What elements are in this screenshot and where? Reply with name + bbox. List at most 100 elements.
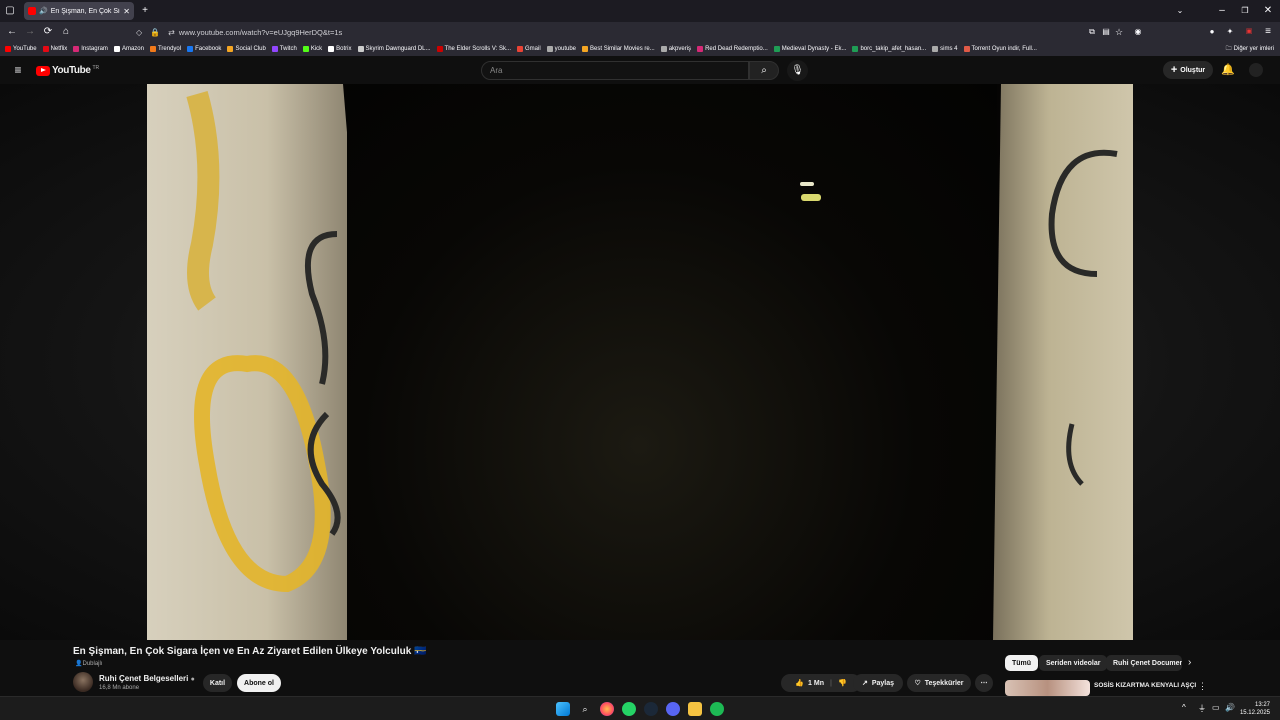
tab-overview-icon[interactable]: ▢ [2, 3, 18, 19]
tab-list-chevron-icon[interactable]: ⌄ [1172, 3, 1188, 19]
bookmark-item[interactable]: Skyrim Dawnguard DL... [357, 46, 431, 52]
bookmark-favicon-icon [149, 46, 156, 52]
bookmark-item[interactable]: Twitch [271, 46, 297, 52]
spotify-icon[interactable] [710, 702, 724, 716]
navigation-bar: ← → ⟳ ⌂ ◇ 🔒 ⇄ www.youtube.com/watch?v=eU… [0, 22, 1280, 42]
lock-icon[interactable]: 🔒 [150, 28, 160, 37]
windows-taskbar: ⌕ ^ ⏚ ▭ 🔊 13:27 15.12.2025 [0, 696, 1280, 720]
whatsapp-icon[interactable] [622, 702, 636, 716]
bookmark-item[interactable]: Medieval Dynasty - Ek... [773, 46, 846, 52]
recommendation-menu-icon[interactable]: ⋮ [1198, 681, 1207, 692]
firefox-icon[interactable] [600, 702, 614, 716]
bookmark-item[interactable]: akpveriş [660, 46, 691, 52]
graffiti-overlay [186, 90, 1118, 593]
chevron-right-icon[interactable]: › [1188, 657, 1191, 668]
search-button[interactable]: ⌕ [749, 61, 779, 80]
channel-name[interactable]: Ruhi Çenet Belgeselleri ● [99, 674, 195, 683]
create-button[interactable]: + Oluştur [1163, 61, 1213, 79]
bookmark-favicon-icon [436, 46, 443, 52]
chip-channel-documentaries[interactable]: Ruhi Çenet Documen [1106, 655, 1182, 671]
browser-tab-active[interactable]: 🔊 En Şişman, En Çok Sigara İçen ve En Az… [24, 2, 134, 20]
reload-icon[interactable]: ⟳ [40, 24, 56, 40]
home-icon[interactable]: ⌂ [58, 24, 74, 40]
restore-button[interactable]: ❐ [1237, 3, 1253, 19]
close-tab-icon[interactable]: ✕ [123, 7, 130, 16]
notifications-bell-icon[interactable]: 🔔 [1220, 62, 1236, 78]
hamburger-menu-icon[interactable]: ≡ [10, 62, 26, 78]
bookmark-favicon-icon [517, 46, 523, 52]
bookmark-favicon-icon [546, 46, 553, 52]
close-window-button[interactable]: ✕ [1260, 3, 1276, 19]
forward-icon[interactable]: → [22, 24, 38, 40]
bookmark-item[interactable]: Gmail [517, 46, 541, 52]
join-button[interactable]: Katıl [203, 674, 232, 692]
subscribe-button[interactable]: Abone ol [237, 674, 281, 692]
plus-icon: + [1170, 64, 1178, 76]
bookmark-item[interactable]: Torrent Oyun indir, Full... [963, 46, 1037, 52]
channel-avatar[interactable] [73, 672, 93, 692]
tracking-shield-icon[interactable]: ◇ [136, 28, 142, 37]
bookmark-item[interactable]: borc_takip_afet_hasan... [852, 46, 926, 52]
bookmark-item[interactable]: Social Club [227, 46, 266, 52]
back-icon[interactable]: ← [4, 24, 20, 40]
bookmark-item[interactable]: Facebook [187, 46, 221, 52]
search-input[interactable]: Ara [481, 61, 749, 80]
voice-search-button[interactable]: 🎙 [787, 60, 808, 81]
extension-badge-icon[interactable]: ▣ [1241, 24, 1257, 40]
speaker-icon[interactable]: 🔊 [39, 7, 48, 15]
thumbs-down-icon[interactable]: 👎 [838, 679, 847, 687]
permissions-icon[interactable]: ⇄ [168, 28, 175, 37]
like-count[interactable]: 1 Mn [808, 680, 824, 687]
chip-all[interactable]: Tümü [1005, 655, 1039, 671]
more-actions-button[interactable]: ⋯ [975, 674, 993, 692]
screenshot-icon[interactable]: ◉ [1130, 24, 1146, 40]
bookmark-item[interactable]: Netflix [42, 46, 67, 52]
menu-hamburger-icon[interactable]: ≡ [1260, 24, 1276, 40]
tray-chevron-icon[interactable]: ^ [1182, 703, 1186, 712]
file-explorer-icon[interactable] [688, 702, 702, 716]
bookmark-favicon-icon [697, 46, 704, 52]
bookmark-item[interactable]: The Elder Scrolls V: Sk... [436, 46, 511, 52]
minimize-button[interactable]: – [1214, 3, 1230, 19]
bookmark-favicon-icon [42, 46, 49, 52]
search-icon[interactable]: ⌕ [578, 702, 592, 716]
bookmark-item[interactable]: Amazon [113, 46, 144, 52]
profile-avatar[interactable] [1249, 63, 1263, 77]
account-icon[interactable]: ● [1204, 24, 1220, 40]
bookmark-favicon-icon [302, 46, 309, 52]
url-text[interactable]: www.youtube.com/watch?v=eUJgq9HerDQ&t=1s [179, 28, 342, 37]
bookmark-item[interactable]: YouTube [5, 46, 37, 52]
video-player[interactable] [147, 84, 1133, 640]
bookmark-favicon-icon [852, 46, 859, 52]
new-tab-button[interactable]: + [137, 3, 153, 19]
youtube-logo[interactable]: YouTube TR [36, 65, 99, 76]
youtube-header: ≡ YouTube TR Ara ⌕ 🎙 + Oluştur 🔔 [0, 56, 1280, 84]
chip-series-videos[interactable]: Seriden videolar [1039, 655, 1108, 671]
share-button[interactable]: ↗ Paylaş [853, 674, 903, 692]
bookmark-item[interactable]: Best Similar Movies re... [582, 46, 655, 52]
thumbs-up-icon[interactable]: 👍 [795, 679, 804, 687]
recommendation-title[interactable]: SOSİS KIZARTMA KENYALI AŞÇI [1094, 682, 1196, 689]
bookmark-item[interactable]: Botrix [328, 46, 352, 52]
url-bar[interactable]: ◇ 🔒 ⇄ www.youtube.com/watch?v=eUJgq9HerD… [132, 24, 1150, 40]
tray-usb-icon[interactable]: ⏚ [1198, 703, 1206, 714]
other-bookmarks-folder[interactable]: 🗀 Diğer yer imleri [1221, 42, 1274, 56]
bookmark-item[interactable]: Kick [302, 46, 322, 52]
browser-tab-strip: ▢ 🔊 En Şişman, En Çok Sigara İçen ve En … [0, 0, 1280, 22]
recommendation-thumbnail[interactable] [1005, 680, 1090, 696]
bookmark-item[interactable]: Instagram [73, 46, 108, 52]
extensions-icon[interactable]: ✦ [1222, 24, 1238, 40]
tray-display-icon[interactable]: ▭ [1212, 703, 1220, 712]
bookmark-item[interactable]: Trendyol [149, 46, 181, 52]
bookmark-item[interactable]: sims 4 [932, 46, 958, 52]
windows-start-icon[interactable] [556, 702, 570, 716]
bookmark-star-icon[interactable]: ☆ [1111, 24, 1127, 40]
tab-title: En Şişman, En Çok Sigara İçen ve En Az Z… [50, 7, 121, 15]
thanks-button[interactable]: ♡ Teşekkürler [907, 674, 971, 692]
discord-icon[interactable] [666, 702, 680, 716]
steam-icon[interactable] [644, 702, 658, 716]
bookmark-item[interactable]: Red Dead Redemptio... [697, 46, 768, 52]
tray-volume-icon[interactable]: 🔊 [1225, 703, 1235, 712]
bookmark-item[interactable]: youtube [546, 46, 576, 52]
system-clock[interactable]: 13:27 15.12.2025 [1240, 701, 1270, 717]
